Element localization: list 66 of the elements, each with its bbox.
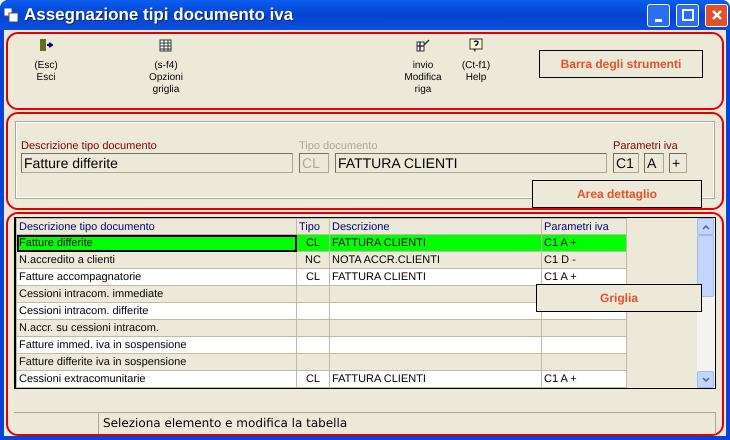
scrollbar[interactable]	[697, 218, 715, 388]
table-cell[interactable]: N.accredito a clienti	[16, 252, 296, 268]
table-cell[interactable]	[296, 320, 330, 336]
field-label: Tipo documento	[299, 140, 378, 152]
detail-callout: Area dettaglio	[532, 180, 702, 208]
table-cell[interactable]	[296, 336, 330, 354]
table-cell[interactable]: Fatture accompagnatorie	[16, 268, 296, 286]
exit-door-icon	[39, 38, 53, 52]
table-cell[interactable]: Fatture differite iva in sospensione	[16, 354, 296, 370]
table-cell[interactable]	[330, 354, 542, 370]
table-cell[interactable]: C1 D -	[542, 252, 626, 268]
table-cell[interactable]: Cessioni intracom. differite	[16, 302, 296, 320]
close-icon	[710, 9, 722, 21]
table-cell[interactable]: NC	[296, 252, 330, 268]
table-cell[interactable]: CL	[296, 268, 330, 286]
edit-grid-icon	[416, 38, 430, 52]
toolbar-button[interactable]: invio Modifica riga	[398, 38, 448, 96]
maximize-icon	[682, 9, 694, 21]
table-cell[interactable]	[330, 302, 542, 320]
toolbar-callout: Barra degli strumenti	[539, 50, 703, 78]
input-field[interactable]: FATTURA CLIENTI	[335, 153, 607, 173]
table-cell[interactable]: C1 A +	[542, 370, 626, 388]
table-cell[interactable]: FATTURA CLIENTI	[330, 268, 542, 286]
scroll-up-icon	[702, 224, 710, 230]
table-cell[interactable]: C1 A +	[542, 234, 626, 252]
table-cell[interactable]: N.accr. su cessioni intracom.	[16, 320, 296, 336]
table-cell[interactable]: NOTA ACCR.CLIENTI	[330, 252, 542, 268]
window-title: Assegnazione tipi documento iva	[24, 5, 294, 25]
input-field[interactable]: Fatture differite	[21, 153, 293, 173]
grid-icon	[159, 38, 173, 52]
table-cell[interactable]: CL	[296, 234, 330, 252]
table-cell[interactable]	[296, 286, 330, 302]
column-header[interactable]: Descrizione	[330, 218, 542, 234]
table-cell[interactable]: Fatture differite	[16, 234, 296, 252]
table-cell[interactable]	[296, 354, 330, 370]
table-cell[interactable]: Fatture immed. iva in sospensione	[16, 336, 296, 354]
table-cell[interactable]	[542, 336, 626, 354]
status-text: Seleziona elemento e modifica la tabella	[98, 413, 716, 434]
input-field[interactable]: +	[669, 153, 687, 173]
maximize-button[interactable]	[676, 4, 699, 26]
toolbar-button[interactable]: (s-f4) Opzioni griglia	[136, 38, 196, 96]
table-cell[interactable]	[330, 336, 542, 354]
minimize-icon	[655, 18, 662, 22]
field-label: Descrizione tipo documento	[21, 140, 157, 152]
column-header[interactable]: Descrizione tipo documento	[16, 218, 296, 234]
table-cell[interactable]: CL	[296, 370, 330, 388]
column-header[interactable]: Parametri iva	[542, 218, 626, 234]
table-cell[interactable]: FATTURA CLIENTI	[330, 370, 542, 388]
table-cell[interactable]	[330, 320, 542, 336]
input-field[interactable]: C1	[613, 153, 639, 173]
minimize-button[interactable]	[647, 4, 670, 26]
table-cell[interactable]	[542, 320, 626, 336]
table-cell[interactable]	[542, 354, 626, 370]
toolbar-button[interactable]: (Esc) Esci	[26, 38, 66, 84]
field-label: Parametri iva	[613, 140, 678, 152]
input-field[interactable]: A	[644, 153, 664, 173]
table-cell[interactable]: Cessioni extracomunitarie	[16, 370, 296, 388]
app-icon	[4, 8, 18, 22]
help-icon	[469, 38, 483, 52]
grid-label-tooltip: Griglia	[536, 284, 702, 312]
table-cell[interactable]: FATTURA CLIENTI	[330, 234, 542, 252]
scroll-down-icon	[702, 376, 710, 382]
toolbar-button[interactable]: (Ct-f1) Help	[456, 38, 496, 84]
table-cell[interactable]: Cessioni intracom. immediate	[16, 286, 296, 302]
close-button[interactable]	[705, 4, 728, 26]
table-cell[interactable]	[296, 302, 330, 320]
